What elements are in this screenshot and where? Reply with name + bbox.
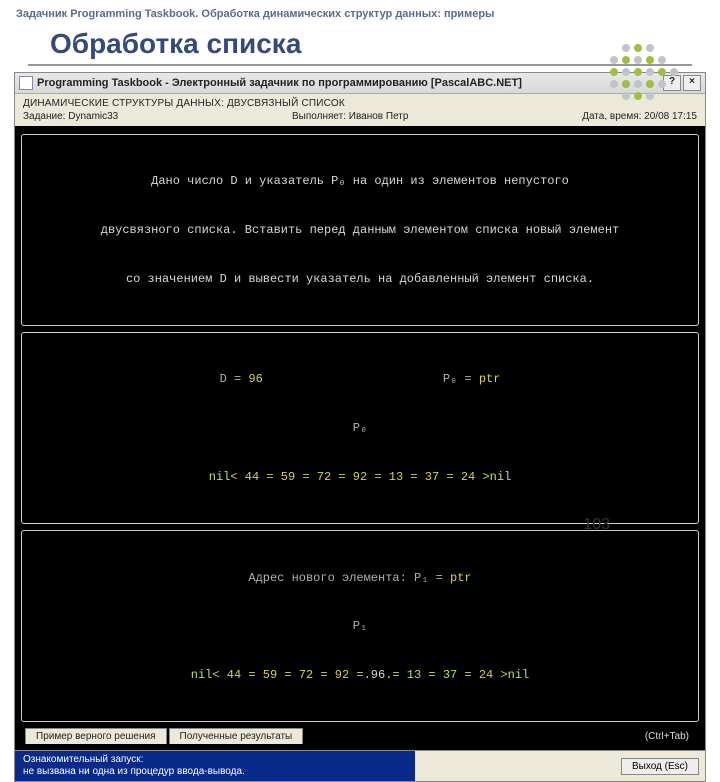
task-area: Дано число D и указатель P₀ на один из э… xyxy=(15,126,705,750)
output-list-row: nil< 44 = 59 = 72 = 92 =.96.= 13 = 37 = … xyxy=(32,667,688,683)
status-message: Ознакомительный запуск: не вызвана ни од… xyxy=(15,751,415,781)
exit-button[interactable]: Выход (Esc) xyxy=(621,758,699,775)
out-list-left: < 44 = 59 = 72 = 92 = xyxy=(212,668,363,682)
input-list-row: nil< 44 = 59 = 72 = 92 = 13 = 37 = 24 >n… xyxy=(32,469,688,485)
p1-marker: P₁ xyxy=(32,618,688,634)
divider xyxy=(28,64,692,66)
meta-bar: ДИНАМИЧЕСКИЕ СТРУКТУРЫ ДАННЫХ: ДВУСВЯЗНЫ… xyxy=(15,94,705,126)
out-list-suffix: nil xyxy=(508,668,530,682)
list-body: < 44 = 59 = 72 = 92 = 13 = 37 = 24 > xyxy=(230,470,489,484)
out-list-prefix: nil xyxy=(191,668,213,682)
input-panel: D = 96 P₀ = ptr P₀ nil< 44 = 59 = 72 = 9… xyxy=(21,332,699,524)
slide-header: Задачник Programming Taskbook. Обработка… xyxy=(0,0,720,24)
page-title: Обработка списка xyxy=(50,28,301,60)
p0-value: ptr xyxy=(479,372,501,386)
tabs: Пример верного решения Полученные резуль… xyxy=(21,728,699,744)
list-prefix: nil xyxy=(209,470,231,484)
out-list-right: = 13 = 37 = 24 > xyxy=(392,668,507,682)
p0-marker: P₀ xyxy=(32,420,688,436)
window-title: Programming Taskbook - Электронный задач… xyxy=(37,77,659,89)
task-line-3: со значением D и вывести указатель на до… xyxy=(32,271,688,287)
addr-value: ptr xyxy=(450,571,472,585)
datetime-label: Дата, время: 20/08 17:15 xyxy=(582,111,697,122)
p0-label: P₀ = xyxy=(443,372,479,386)
tab-results[interactable]: Полученные результаты xyxy=(169,728,304,744)
task-panel: Дано число D и указатель P₀ на один из э… xyxy=(21,134,699,326)
tab-hint: (Ctrl+Tab) xyxy=(639,729,695,744)
page-number: 103 xyxy=(583,516,610,534)
tab-example-solution[interactable]: Пример верного решения xyxy=(25,728,167,744)
input-d-row: D = 96 P₀ = ptr xyxy=(32,371,688,387)
app-window: Programming Taskbook - Электронный задач… xyxy=(14,72,706,782)
d-value: 96 xyxy=(248,372,262,386)
addr-label: Адрес нового элемента: P₁ = xyxy=(248,571,450,585)
status-line-1: Ознакомительный запуск: xyxy=(23,754,407,766)
out-insert: .96. xyxy=(364,668,393,682)
titlebar: Programming Taskbook - Электронный задач… xyxy=(15,73,705,94)
app-icon xyxy=(19,76,33,90)
d-label: D = xyxy=(220,372,249,386)
performer-label: Выполняет: Иванов Петр xyxy=(292,111,408,122)
list-suffix: nil xyxy=(490,470,512,484)
decor-dot-grid xyxy=(610,44,680,102)
task-line-2: двусвязного списка. Вставить перед данны… xyxy=(32,222,688,238)
addr-row: Адрес нового элемента: P₁ = ptr xyxy=(32,570,688,586)
status-line-2: не вызвана ни одна из процедур ввода-выв… xyxy=(23,766,407,778)
task-line-1: Дано число D и указатель P₀ на один из э… xyxy=(32,173,688,189)
statusbar: Ознакомительный запуск: не вызвана ни од… xyxy=(15,750,705,781)
task-label: Задание: Dynamic33 xyxy=(23,111,118,122)
close-button[interactable]: × xyxy=(683,75,701,91)
meta-heading: ДИНАМИЧЕСКИЕ СТРУКТУРЫ ДАННЫХ: ДВУСВЯЗНЫ… xyxy=(23,98,697,109)
output-panel: Адрес нового элемента: P₁ = ptr P₁ nil< … xyxy=(21,530,699,722)
